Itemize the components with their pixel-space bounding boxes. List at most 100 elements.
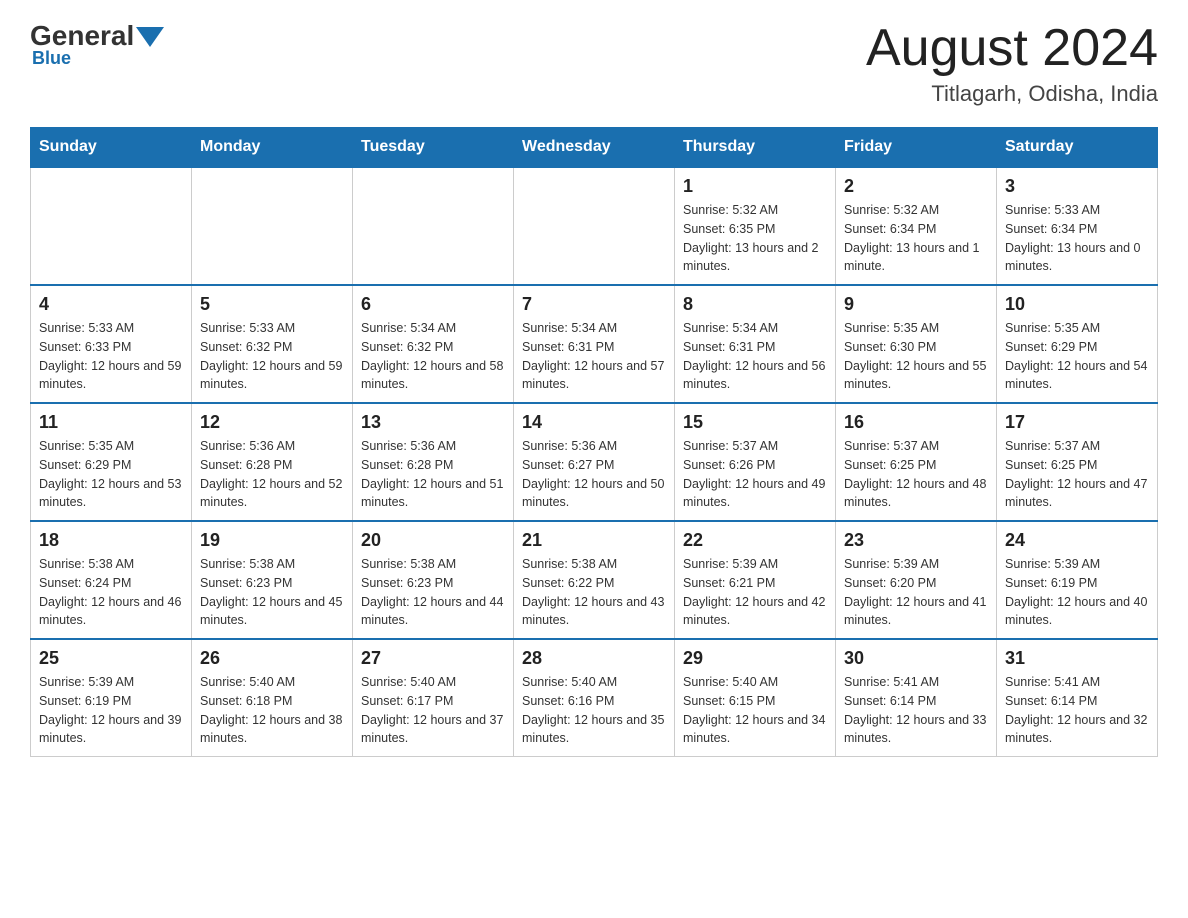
calendar-subtitle: Titlagarh, Odisha, India xyxy=(866,81,1158,107)
day-info: Sunrise: 5:34 AM Sunset: 6:32 PM Dayligh… xyxy=(361,319,505,394)
calendar-header-row: Sunday Monday Tuesday Wednesday Thursday… xyxy=(31,128,1158,168)
day-number: 17 xyxy=(1005,412,1149,433)
day-info: Sunrise: 5:38 AM Sunset: 6:23 PM Dayligh… xyxy=(361,555,505,630)
table-row: 30 Sunrise: 5:41 AM Sunset: 6:14 PM Dayli… xyxy=(836,639,997,757)
day-number: 31 xyxy=(1005,648,1149,669)
day-number: 11 xyxy=(39,412,183,433)
table-row: 28 Sunrise: 5:40 AM Sunset: 6:16 PM Dayli… xyxy=(514,639,675,757)
day-info: Sunrise: 5:36 AM Sunset: 6:28 PM Dayligh… xyxy=(361,437,505,512)
day-info: Sunrise: 5:41 AM Sunset: 6:14 PM Dayligh… xyxy=(844,673,988,748)
day-info: Sunrise: 5:37 AM Sunset: 6:25 PM Dayligh… xyxy=(844,437,988,512)
day-number: 26 xyxy=(200,648,344,669)
day-info: Sunrise: 5:35 AM Sunset: 6:30 PM Dayligh… xyxy=(844,319,988,394)
col-saturday: Saturday xyxy=(997,128,1158,168)
table-row: 24Sunrise: 5:39 AM Sunset: 6:19 PM Dayli… xyxy=(997,521,1158,639)
day-number: 3 xyxy=(1005,176,1149,197)
day-number: 27 xyxy=(361,648,505,669)
day-number: 5 xyxy=(200,294,344,315)
table-row: 12Sunrise: 5:36 AM Sunset: 6:28 PM Dayli… xyxy=(192,403,353,521)
day-info: Sunrise: 5:40 AM Sunset: 6:16 PM Dayligh… xyxy=(522,673,666,748)
title-block: August 2024 Titlagarh, Odisha, India xyxy=(866,20,1158,107)
table-row: 25 Sunrise: 5:39 AM Sunset: 6:19 PM Dayli… xyxy=(31,639,192,757)
day-number: 9 xyxy=(844,294,988,315)
col-sunday: Sunday xyxy=(31,128,192,168)
table-row: 7 Sunrise: 5:34 AM Sunset: 6:31 PM Daylig… xyxy=(514,285,675,403)
day-info: Sunrise: 5:38 AM Sunset: 6:23 PM Dayligh… xyxy=(200,555,344,630)
day-info: Sunrise: 5:33 AM Sunset: 6:32 PM Dayligh… xyxy=(200,319,344,394)
day-info: Sunrise: 5:38 AM Sunset: 6:22 PM Dayligh… xyxy=(522,555,666,630)
day-number: 1 xyxy=(683,176,827,197)
calendar-week-row: 18 Sunrise: 5:38 AM Sunset: 6:24 PM Dayli… xyxy=(31,521,1158,639)
table-row xyxy=(31,167,192,285)
logo-triangle-icon xyxy=(136,27,164,47)
table-row: 22 Sunrise: 5:39 AM Sunset: 6:21 PM Dayli… xyxy=(675,521,836,639)
table-row: 27Sunrise: 5:40 AM Sunset: 6:17 PM Dayli… xyxy=(353,639,514,757)
table-row: 4 Sunrise: 5:33 AM Sunset: 6:33 PM Daylig… xyxy=(31,285,192,403)
table-row: 29 Sunrise: 5:40 AM Sunset: 6:15 PM Dayli… xyxy=(675,639,836,757)
table-row: 8Sunrise: 5:34 AM Sunset: 6:31 PM Daylig… xyxy=(675,285,836,403)
table-row: 1Sunrise: 5:32 AM Sunset: 6:35 PM Daylig… xyxy=(675,167,836,285)
calendar-week-row: 11 Sunrise: 5:35 AM Sunset: 6:29 PM Dayli… xyxy=(31,403,1158,521)
table-row: 26 Sunrise: 5:40 AM Sunset: 6:18 PM Dayli… xyxy=(192,639,353,757)
day-info: Sunrise: 5:33 AM Sunset: 6:34 PM Dayligh… xyxy=(1005,201,1149,276)
day-number: 4 xyxy=(39,294,183,315)
day-number: 18 xyxy=(39,530,183,551)
col-friday: Friday xyxy=(836,128,997,168)
table-row: 19 Sunrise: 5:38 AM Sunset: 6:23 PM Dayli… xyxy=(192,521,353,639)
day-info: Sunrise: 5:39 AM Sunset: 6:19 PM Dayligh… xyxy=(39,673,183,748)
day-number: 19 xyxy=(200,530,344,551)
table-row: 2 Sunrise: 5:32 AM Sunset: 6:34 PM Daylig… xyxy=(836,167,997,285)
day-number: 2 xyxy=(844,176,988,197)
day-number: 22 xyxy=(683,530,827,551)
day-info: Sunrise: 5:38 AM Sunset: 6:24 PM Dayligh… xyxy=(39,555,183,630)
day-info: Sunrise: 5:33 AM Sunset: 6:33 PM Dayligh… xyxy=(39,319,183,394)
day-info: Sunrise: 5:34 AM Sunset: 6:31 PM Dayligh… xyxy=(522,319,666,394)
day-number: 28 xyxy=(522,648,666,669)
day-number: 6 xyxy=(361,294,505,315)
calendar-week-row: 25 Sunrise: 5:39 AM Sunset: 6:19 PM Dayli… xyxy=(31,639,1158,757)
col-wednesday: Wednesday xyxy=(514,128,675,168)
logo: General Blue xyxy=(30,20,164,69)
day-number: 7 xyxy=(522,294,666,315)
day-number: 16 xyxy=(844,412,988,433)
table-row xyxy=(514,167,675,285)
day-number: 10 xyxy=(1005,294,1149,315)
table-row: 16 Sunrise: 5:37 AM Sunset: 6:25 PM Dayli… xyxy=(836,403,997,521)
table-row: 21Sunrise: 5:38 AM Sunset: 6:22 PM Dayli… xyxy=(514,521,675,639)
day-info: Sunrise: 5:40 AM Sunset: 6:18 PM Dayligh… xyxy=(200,673,344,748)
day-number: 20 xyxy=(361,530,505,551)
day-number: 14 xyxy=(522,412,666,433)
day-info: Sunrise: 5:40 AM Sunset: 6:15 PM Dayligh… xyxy=(683,673,827,748)
calendar-week-row: 4 Sunrise: 5:33 AM Sunset: 6:33 PM Daylig… xyxy=(31,285,1158,403)
calendar-week-row: 1Sunrise: 5:32 AM Sunset: 6:35 PM Daylig… xyxy=(31,167,1158,285)
table-row xyxy=(192,167,353,285)
day-number: 23 xyxy=(844,530,988,551)
table-row: 9 Sunrise: 5:35 AM Sunset: 6:30 PM Daylig… xyxy=(836,285,997,403)
table-row: 20 Sunrise: 5:38 AM Sunset: 6:23 PM Dayli… xyxy=(353,521,514,639)
day-info: Sunrise: 5:34 AM Sunset: 6:31 PM Dayligh… xyxy=(683,319,827,394)
calendar-title: August 2024 xyxy=(866,20,1158,77)
table-row: 10 Sunrise: 5:35 AM Sunset: 6:29 PM Dayli… xyxy=(997,285,1158,403)
col-thursday: Thursday xyxy=(675,128,836,168)
day-info: Sunrise: 5:35 AM Sunset: 6:29 PM Dayligh… xyxy=(39,437,183,512)
day-info: Sunrise: 5:35 AM Sunset: 6:29 PM Dayligh… xyxy=(1005,319,1149,394)
table-row: 31Sunrise: 5:41 AM Sunset: 6:14 PM Dayli… xyxy=(997,639,1158,757)
day-number: 15 xyxy=(683,412,827,433)
day-number: 25 xyxy=(39,648,183,669)
day-number: 30 xyxy=(844,648,988,669)
day-info: Sunrise: 5:39 AM Sunset: 6:21 PM Dayligh… xyxy=(683,555,827,630)
day-info: Sunrise: 5:32 AM Sunset: 6:34 PM Dayligh… xyxy=(844,201,988,276)
col-tuesday: Tuesday xyxy=(353,128,514,168)
table-row: 13Sunrise: 5:36 AM Sunset: 6:28 PM Dayli… xyxy=(353,403,514,521)
table-row: 14Sunrise: 5:36 AM Sunset: 6:27 PM Dayli… xyxy=(514,403,675,521)
col-monday: Monday xyxy=(192,128,353,168)
table-row: 11 Sunrise: 5:35 AM Sunset: 6:29 PM Dayli… xyxy=(31,403,192,521)
page-header: General Blue August 2024 Titlagarh, Odis… xyxy=(30,20,1158,107)
day-number: 29 xyxy=(683,648,827,669)
table-row: 23Sunrise: 5:39 AM Sunset: 6:20 PM Dayli… xyxy=(836,521,997,639)
table-row: 18 Sunrise: 5:38 AM Sunset: 6:24 PM Dayli… xyxy=(31,521,192,639)
table-row: 15Sunrise: 5:37 AM Sunset: 6:26 PM Dayli… xyxy=(675,403,836,521)
table-row: 17Sunrise: 5:37 AM Sunset: 6:25 PM Dayli… xyxy=(997,403,1158,521)
day-info: Sunrise: 5:36 AM Sunset: 6:28 PM Dayligh… xyxy=(200,437,344,512)
table-row xyxy=(353,167,514,285)
